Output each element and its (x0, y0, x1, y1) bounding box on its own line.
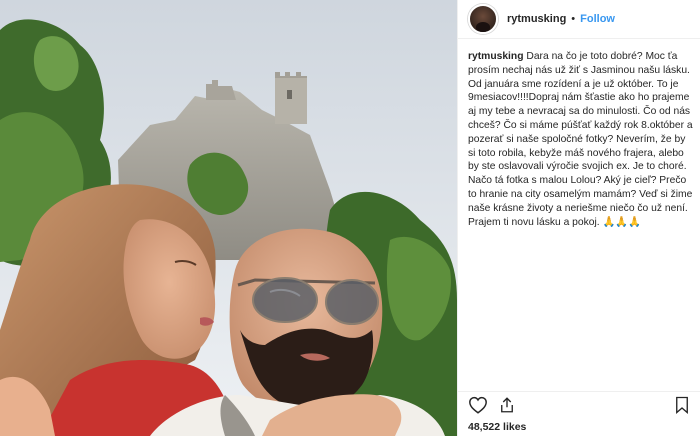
heart-icon[interactable] (468, 396, 488, 419)
likes-count[interactable]: 48,522 likes (468, 421, 526, 433)
profile-avatar[interactable] (468, 4, 498, 34)
castle-tower (275, 78, 307, 124)
caption-username[interactable]: rytmusking (468, 51, 524, 62)
header-separator: • (571, 13, 576, 25)
share-icon[interactable] (498, 396, 516, 419)
post-side-panel: rytmusking • Follow rytmusking Dara na č… (457, 0, 700, 436)
follow-button[interactable]: Follow (580, 13, 615, 25)
sunglasses-left-lens (252, 277, 318, 323)
post-caption: rytmusking Dara na čo je toto dobré? Moc… (468, 50, 694, 229)
bookmark-icon[interactable] (674, 396, 690, 419)
post-actions (458, 391, 700, 417)
sunglasses-right-lens (325, 279, 379, 325)
caption-text: Dara na čo je toto dobré? Moc ťa prosím … (468, 51, 693, 228)
post-photo[interactable] (0, 0, 457, 436)
photo-illustration (0, 0, 457, 436)
header-username[interactable]: rytmusking (507, 13, 566, 25)
post-header: rytmusking • Follow (458, 0, 700, 39)
